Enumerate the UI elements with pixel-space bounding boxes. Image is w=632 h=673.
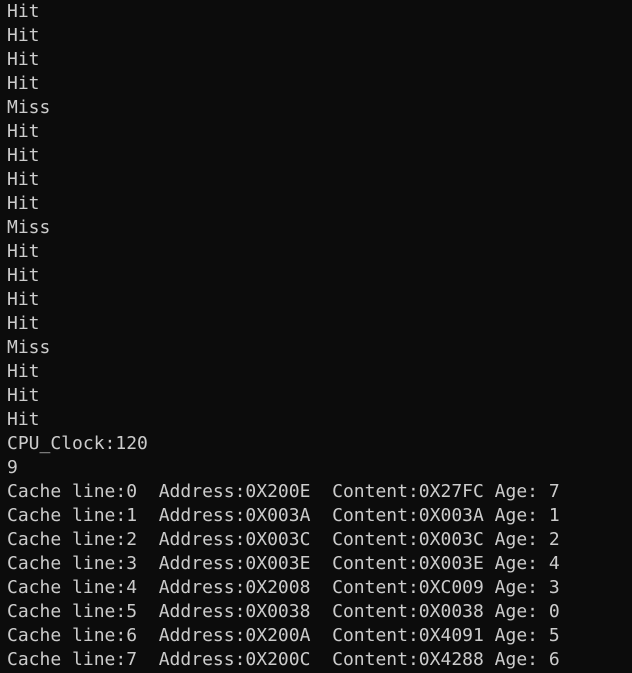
- output-line: Hit: [7, 409, 40, 430]
- output-line: Hit: [7, 25, 40, 46]
- output-line: Miss: [7, 97, 51, 118]
- cache-line-row: Cache line:3 Address:0X003E Content:0X00…: [7, 553, 560, 574]
- output-line: Hit: [7, 193, 40, 214]
- output-line: Hit: [7, 361, 40, 382]
- terminal-output[interactable]: Hit Hit Hit Hit Miss Hit Hit Hit Hit Mis…: [0, 0, 632, 673]
- output-line: Hit: [7, 313, 40, 334]
- output-line: Hit: [7, 1, 40, 22]
- output-line: Hit: [7, 73, 40, 94]
- cache-line-row: Cache line:1 Address:0X003A Content:0X00…: [7, 505, 560, 526]
- output-line: Hit: [7, 265, 40, 286]
- output-line: Hit: [7, 145, 40, 166]
- output-line: Hit: [7, 49, 40, 70]
- cpu-clock-line: CPU_Clock:120: [7, 433, 148, 454]
- cache-line-row: Cache line:0 Address:0X200E Content:0X27…: [7, 481, 560, 502]
- cache-line-row: Cache line:5 Address:0X0038 Content:0X00…: [7, 601, 560, 622]
- output-line: Hit: [7, 385, 40, 406]
- cache-line-row: Cache line:7 Address:0X200C Content:0X42…: [7, 649, 560, 670]
- cache-line-row: Cache line:2 Address:0X003C Content:0X00…: [7, 529, 560, 550]
- output-line: Hit: [7, 241, 40, 262]
- cache-line-row: Cache line:6 Address:0X200A Content:0X40…: [7, 625, 560, 646]
- output-line: Hit: [7, 289, 40, 310]
- output-line: Hit: [7, 169, 40, 190]
- output-line: Miss: [7, 337, 51, 358]
- output-line: Hit: [7, 121, 40, 142]
- output-line: Miss: [7, 217, 51, 238]
- count-line: 9: [7, 457, 18, 478]
- cache-line-row: Cache line:4 Address:0X2008 Content:0XC0…: [7, 577, 560, 598]
